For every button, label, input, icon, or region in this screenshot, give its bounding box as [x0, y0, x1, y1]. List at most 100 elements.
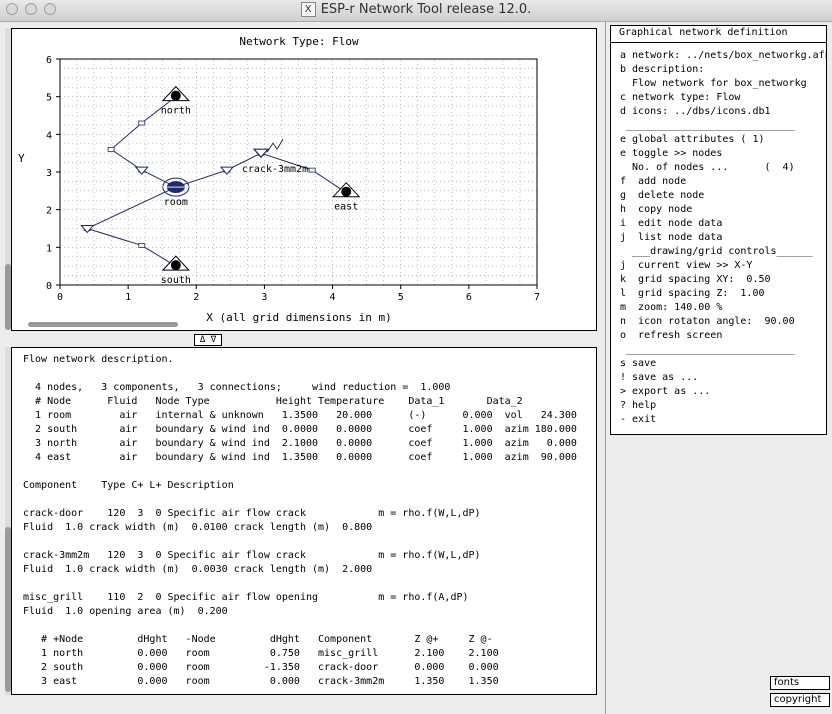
scroll-thumb[interactable]: [5, 264, 11, 330]
menu-item[interactable]: g delete node: [620, 190, 704, 201]
description-text: Flow network description. 4 nodes, 3 com…: [23, 353, 577, 689]
menu-item[interactable]: f add node: [620, 176, 686, 187]
y-tick-label: 1: [46, 243, 52, 254]
description-line: 1 north 0.000 room 0.750 misc_grill 2.10…: [23, 648, 499, 659]
hscroll-thumb[interactable]: [28, 322, 178, 327]
x-tick-label: 2: [193, 292, 199, 303]
menu-title-divider: [611, 42, 826, 43]
menu-text: ___drawing/grid controls______: [620, 246, 813, 257]
x-tick-label: 7: [534, 292, 540, 303]
menu-item[interactable]: e toggle >> nodes: [620, 148, 722, 159]
description-line: Component Type C+ L+ Description: [23, 480, 234, 491]
description-line: 4 east air boundary & wind ind 1.3500 0.…: [23, 452, 577, 463]
menu-item[interactable]: s save: [620, 358, 656, 369]
x11-icon: X: [300, 2, 316, 17]
description-line: 2 south 0.000 room -1.350 crack-door 0.0…: [23, 662, 499, 673]
menu-item[interactable]: d icons: ../dbs/icons.db1: [620, 106, 771, 117]
boundary-node-dot: [170, 90, 181, 101]
window-title-text: ESP-r Network Tool release 12.0.: [320, 2, 532, 17]
scroll-thumb[interactable]: [5, 527, 11, 692]
x-tick-label: 1: [125, 292, 131, 303]
description-line: Fluid 1.0 crack width (m) 0.0030 crack l…: [23, 564, 373, 575]
boundary-node-dot: [341, 186, 352, 197]
y-tick-label: 0: [46, 281, 52, 292]
description-vertical-scrollbar[interactable]: [5, 347, 11, 695]
menu-item[interactable]: i edit node data: [620, 218, 722, 229]
y-tick-label: 3: [46, 168, 52, 179]
component-label: crack-3mm2m: [242, 164, 308, 175]
connection-point-marker: [107, 147, 115, 152]
fonts-button[interactable]: fonts: [770, 676, 830, 690]
connection-point-marker: [308, 167, 316, 173]
menu-item[interactable]: ! save as ...: [620, 372, 698, 383]
graphics-vertical-scrollbar[interactable]: [5, 28, 11, 330]
graphics-panel[interactable]: Network Type: Flow Y X (all grid dimensi…: [11, 28, 597, 331]
copyright-button[interactable]: copyright: [770, 693, 830, 707]
connection-point-marker: [138, 243, 146, 248]
menu-panel: Graphical network definition a network: …: [610, 25, 827, 435]
description-line: Flow network description.: [23, 354, 174, 365]
menu-item[interactable]: - exit: [620, 414, 656, 425]
menu-text: No. of nodes ... ( 4): [620, 162, 795, 173]
menu-item[interactable]: h copy node: [620, 204, 692, 215]
boundary-node-dot: [170, 260, 181, 271]
menu-item[interactable]: > export as ...: [620, 386, 710, 397]
y-tick-label: 4: [46, 130, 52, 141]
menu-item[interactable]: k grid spacing XY: 0.50: [620, 274, 771, 285]
y-tick-label: 5: [46, 93, 52, 104]
x-tick-label: 5: [398, 292, 404, 303]
menu-item[interactable]: m zoom: 140.00 %: [620, 302, 722, 313]
menu-item[interactable]: j current view >> X-Y: [620, 260, 752, 271]
description-line: 4 nodes, 3 components, 3 connections; wi…: [23, 382, 451, 393]
description-panel[interactable]: Flow network description. 4 nodes, 3 com…: [11, 347, 597, 695]
window-title: X ESP-r Network Tool release 12.0.: [0, 2, 832, 17]
description-line: 3 north air boundary & wind ind 2.1000 0…: [23, 438, 577, 449]
chart-title: Network Type: Flow: [239, 35, 359, 48]
description-line: 2 south air boundary & wind ind 0.0000 0…: [23, 424, 577, 435]
node-label: south: [161, 275, 191, 286]
node-label: east: [334, 202, 358, 213]
description-line: 3 east 0.000 room 0.000 crack-3mm2m 1.35…: [23, 676, 499, 687]
description-line: 1 room air internal & unknown 1.3500 20.…: [23, 410, 577, 421]
flow-arrow-icon: [219, 166, 235, 175]
node-label: room: [164, 197, 188, 208]
node-label: north: [161, 106, 191, 117]
window-titlebar: X ESP-r Network Tool release 12.0.: [0, 0, 832, 22]
menu-item[interactable]: c network type: Flow: [620, 92, 740, 103]
description-line: Fluid 1.0 crack width (m) 0.0100 crack l…: [23, 522, 373, 533]
menu-item[interactable]: a network: ../nets/box_networkg.afn: [620, 50, 826, 61]
menu-item[interactable]: b description:: [620, 64, 704, 75]
flow-arrow-icon: [134, 166, 149, 175]
description-line: misc_grill 110 2 0 Specific air flow ope…: [23, 592, 469, 603]
y-axis-label: Y: [18, 152, 25, 165]
description-line: crack-door 120 3 0 Specific air flow cra…: [23, 508, 481, 519]
menu-text: Flow network for box_networkg: [620, 78, 807, 89]
x-tick-label: 0: [57, 292, 63, 303]
description-line: # +Node dHght -Node dHght Component Z @+…: [23, 634, 493, 645]
y-tick-label: 6: [46, 55, 52, 66]
menu-item[interactable]: e global attributes ( 1): [620, 134, 765, 145]
menu-title: Graphical network definition: [619, 27, 788, 38]
x-tick-label: 6: [466, 292, 472, 303]
x-tick-label: 4: [330, 292, 336, 303]
description-line: # Node Fluid Node Type Height Temperatur…: [23, 396, 523, 407]
menu-item[interactable]: n icon rotaton angle: 90.00: [620, 316, 795, 327]
crack-symbol-icon: [266, 138, 284, 153]
connection-point-marker: [138, 120, 146, 126]
connection-line: [85, 186, 177, 267]
menu-item[interactable]: l grid spacing Z: 1.00: [620, 288, 765, 299]
flow-arrow-icon: [80, 225, 95, 234]
menu-text: ____________________________: [620, 120, 795, 131]
plot-area: 0 1 2 3 4 5 6 7 0 1 2 3 4 5 6 crack-3mm2m north room east s…: [46, 55, 540, 303]
network-diagram[interactable]: Network Type: Flow Y X (all grid dimensi…: [12, 29, 596, 330]
menu-text: ____________________________: [620, 344, 795, 355]
panel-divider-button[interactable]: Δ ∇: [194, 334, 222, 346]
description-line: crack-3mm2m 120 3 0 Specific air flow cr…: [23, 550, 481, 561]
menu-item[interactable]: j list node data: [620, 232, 722, 243]
menu-item[interactable]: o refresh screen: [620, 330, 722, 341]
y-tick-label: 2: [46, 206, 52, 217]
description-line: Fluid 1.0 opening area (m) 0.200: [23, 606, 228, 617]
x-tick-label: 3: [261, 292, 267, 303]
graphics-horizontal-scrollbar[interactable]: [12, 320, 596, 328]
menu-item[interactable]: ? help: [620, 400, 656, 411]
